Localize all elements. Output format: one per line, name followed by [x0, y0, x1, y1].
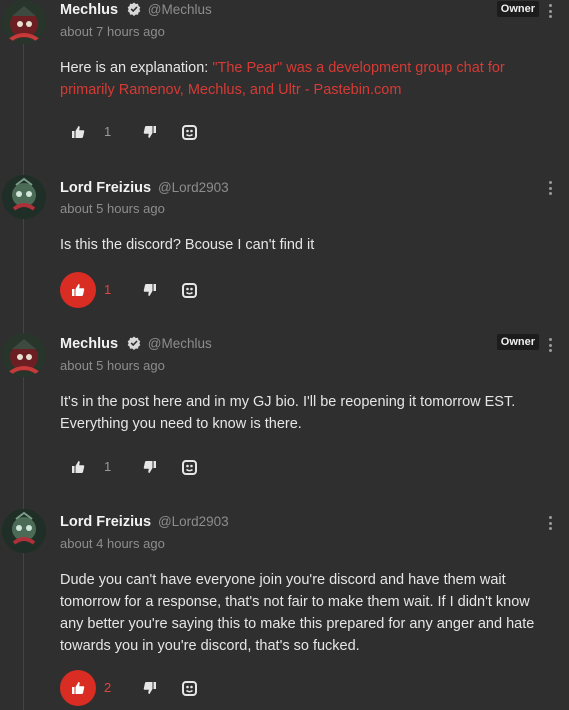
- owner-badge: Owner: [496, 334, 539, 350]
- verified-badge-icon: [127, 336, 141, 350]
- author-name[interactable]: Mechlus: [60, 2, 118, 18]
- gj-button[interactable]: [174, 114, 204, 150]
- gj-button[interactable]: [174, 670, 204, 706]
- gamejolt-icon: [181, 124, 197, 140]
- dislike-button[interactable]: [135, 114, 165, 150]
- timestamp[interactable]: about 5 hours ago: [60, 358, 165, 373]
- thumbs-up-icon: [72, 682, 85, 694]
- timestamp[interactable]: about 7 hours ago: [60, 24, 165, 39]
- vertical-ellipsis-icon[interactable]: [549, 181, 553, 197]
- comment-body: Is this the discord? Bcouse I can't find…: [60, 237, 315, 253]
- timestamp[interactable]: about 4 hours ago: [60, 536, 165, 551]
- avatar[interactable]: [2, 333, 46, 377]
- thumbs-down-icon: [143, 284, 156, 296]
- author-line: Lord Freizius @Lord2903: [60, 177, 229, 197]
- gamejolt-icon: [181, 680, 197, 696]
- vertical-ellipsis-icon[interactable]: [549, 338, 553, 354]
- verified-badge-icon: [127, 2, 141, 16]
- like-count: 2: [104, 680, 112, 695]
- author-line: Lord Freizius @Lord2903: [60, 511, 229, 531]
- author-name[interactable]: Lord Freizius: [60, 180, 151, 196]
- dislike-button[interactable]: [135, 670, 165, 706]
- gj-button[interactable]: [174, 449, 204, 485]
- avatar[interactable]: [2, 0, 46, 44]
- like-button[interactable]: [60, 449, 96, 485]
- like-count: 1: [104, 282, 112, 297]
- comment-body: Here is an explanation: "The Pear" was a…: [60, 57, 550, 101]
- comment-body: Dude you can't have everyone join you're…: [60, 572, 535, 654]
- owner-badge: Owner: [496, 1, 539, 17]
- dislike-button[interactable]: [135, 272, 165, 308]
- gamejolt-icon: [181, 459, 197, 475]
- dislike-button[interactable]: [135, 449, 165, 485]
- author-handle[interactable]: @Mechlus: [148, 336, 212, 351]
- author-handle[interactable]: @Lord2903: [158, 180, 229, 195]
- comment-body: It's in the post here and in my GJ bio. …: [60, 394, 516, 432]
- author-name[interactable]: Mechlus: [60, 336, 118, 352]
- like-count: 1: [104, 124, 112, 139]
- thumbs-down-icon: [143, 682, 156, 694]
- comment-text: Here is an explanation:: [60, 60, 213, 76]
- author-name[interactable]: Lord Freizius: [60, 514, 151, 530]
- timestamp[interactable]: about 5 hours ago: [60, 201, 165, 216]
- thumbs-down-icon: [143, 461, 156, 473]
- like-button[interactable]: [60, 114, 96, 150]
- thumbs-up-icon: [72, 284, 85, 296]
- thumbs-down-icon: [143, 126, 156, 138]
- like-button[interactable]: [60, 670, 96, 706]
- gamejolt-icon: [181, 282, 197, 298]
- author-handle[interactable]: @Mechlus: [148, 2, 212, 17]
- gj-button[interactable]: [174, 272, 204, 308]
- thumbs-up-icon: [72, 126, 85, 138]
- author-line: Mechlus @Mechlus: [60, 333, 212, 353]
- vertical-ellipsis-icon[interactable]: [549, 4, 553, 20]
- like-button[interactable]: [60, 272, 96, 308]
- like-count: 1: [104, 459, 112, 474]
- author-handle[interactable]: @Lord2903: [158, 514, 229, 529]
- thumbs-up-icon: [72, 461, 85, 473]
- avatar[interactable]: [2, 175, 46, 219]
- avatar[interactable]: [2, 509, 46, 553]
- vertical-ellipsis-icon[interactable]: [549, 516, 553, 532]
- author-line: Mechlus @Mechlus: [60, 0, 212, 19]
